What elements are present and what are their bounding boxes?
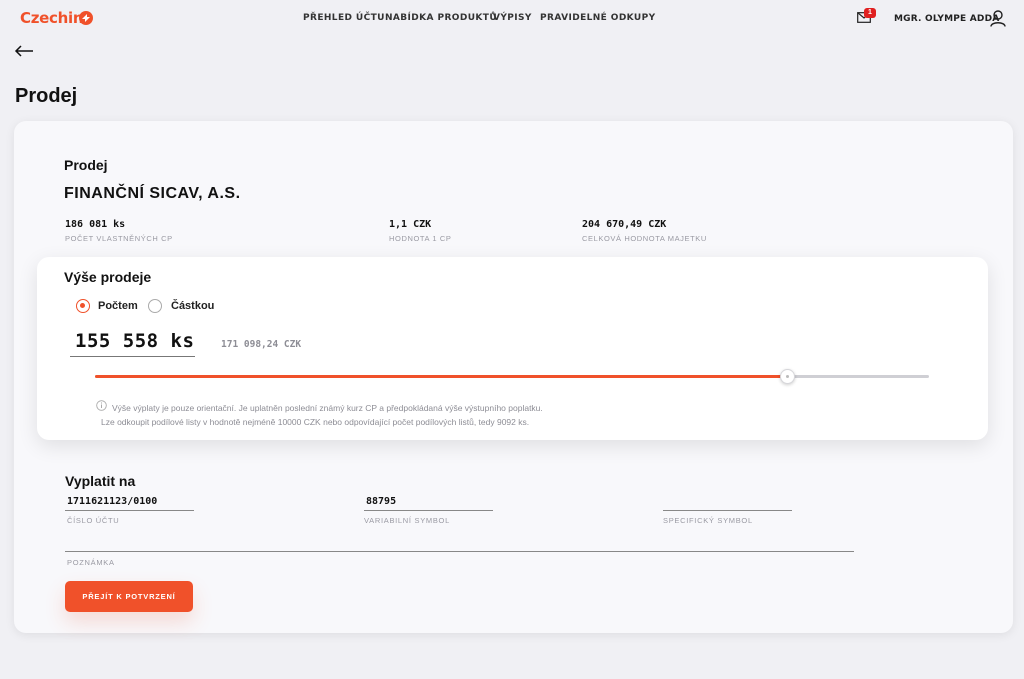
- logo-mark-icon: [79, 11, 93, 25]
- amount-slider[interactable]: [95, 369, 929, 384]
- info-icon: [96, 400, 107, 411]
- user-name[interactable]: MGR. OLYMPE ADDA: [894, 14, 999, 24]
- owned-units-label: POČET VLASTNĚNÝCH CP: [65, 234, 173, 243]
- nav-item-account-overview[interactable]: PŘEHLED ÚČTU: [303, 13, 385, 23]
- page-title: Prodej: [15, 85, 78, 107]
- confirm-button[interactable]: PŘEJÍT K POTVRZENÍ: [65, 581, 193, 612]
- slider-fill: [95, 375, 787, 378]
- unit-value-value: 1,1 CZK: [389, 219, 432, 230]
- specific-symbol-label: SPECIFICKÝ SYMBOL: [663, 516, 753, 525]
- owned-units-value: 186 081 ks: [65, 219, 126, 230]
- radio-by-units[interactable]: [76, 299, 90, 313]
- fund-name: FINANČNÍ SICAV, A.S.: [64, 185, 241, 202]
- account-number-input[interactable]: 1711621123/0100: [65, 496, 194, 511]
- specific-symbol-input[interactable]: [663, 496, 792, 511]
- nav-item-regular-redemptions[interactable]: PRAVIDELNÉ ODKUPY: [540, 13, 656, 23]
- nav-item-statements[interactable]: VÝPISY: [493, 13, 532, 23]
- note-input[interactable]: [65, 537, 854, 552]
- sale-amount-title: Výše prodeje: [64, 269, 152, 285]
- sale-section-title: Prodej: [64, 157, 108, 173]
- amount-czk-value: 171 098,24 CZK: [221, 339, 302, 350]
- note-label: POZNÁMKA: [67, 558, 115, 567]
- slider-handle[interactable]: [780, 369, 795, 384]
- radio-by-amount-label[interactable]: Částkou: [171, 300, 214, 312]
- back-arrow-icon[interactable]: [14, 44, 34, 58]
- nav-item-product-offer[interactable]: NABÍDKA PRODUKTŮ: [385, 13, 497, 23]
- payout-title: Vyplatit na: [65, 473, 136, 489]
- total-value-label: CELKOVÁ HODNOTA MAJETKU: [582, 234, 707, 243]
- total-value-value: 204 670,49 CZK: [582, 219, 667, 230]
- notification-badge: 1: [864, 8, 876, 18]
- radio-by-units-label[interactable]: Počtem: [98, 300, 138, 312]
- logo[interactable]: Czechin: [20, 9, 84, 27]
- variable-symbol-label: VARIABILNÍ SYMBOL: [364, 516, 450, 525]
- radio-by-amount[interactable]: [148, 299, 162, 313]
- unit-value-label: HODNOTA 1 CP: [389, 234, 452, 243]
- payout-note-line-1: Výše výplaty je pouze orientační. Je upl…: [112, 403, 543, 413]
- top-bar: Czechin PŘEHLED ÚČTU NABÍDKA PRODUKTŮ VÝ…: [0, 0, 1024, 38]
- user-icon[interactable]: [990, 10, 1006, 27]
- payout-note-line-2: Lze odkoupit podílové listy v hodnotě ne…: [101, 417, 530, 427]
- amount-input[interactable]: 155 558 ks: [70, 328, 195, 357]
- variable-symbol-input[interactable]: 88795: [364, 496, 493, 511]
- sale-amount-card: Výše prodeje Počtem Částkou 155 558 ks 1…: [37, 257, 988, 440]
- account-number-label: ČÍSLO ÚČTU: [67, 516, 120, 525]
